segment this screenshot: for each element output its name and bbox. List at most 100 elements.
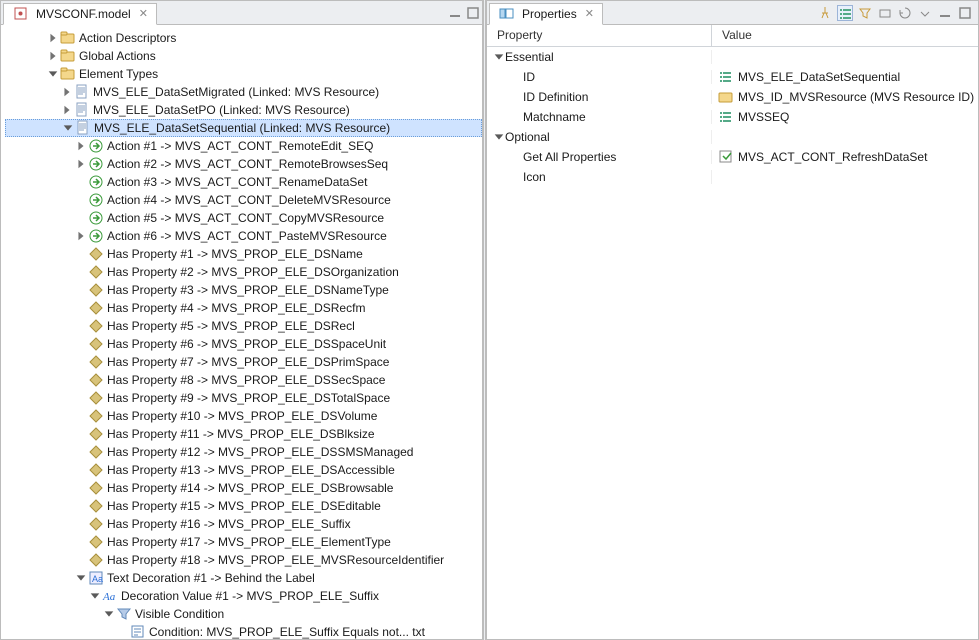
property-matchname[interactable]: Matchname MVSSEQ	[487, 107, 978, 127]
expand-icon[interactable]	[61, 104, 73, 116]
properties-tab[interactable]: Properties ✕	[489, 3, 603, 25]
expand-icon[interactable]	[493, 51, 505, 63]
tree-item-decoration-value[interactable]: Decoration Value #1 -> MVS_PROP_ELE_Suff…	[5, 587, 482, 605]
tree-item-label: Has Property #2 -> MVS_PROP_ELE_DSOrgani…	[107, 265, 405, 279]
properties-body: Essential ID MVS_ELE_DataSetSequential I…	[487, 47, 978, 639]
folder-icon	[60, 48, 76, 64]
tree-item-action[interactable]: Action #3 -> MVS_ACT_CONT_RenameDataSet	[5, 173, 482, 191]
action-icon	[718, 150, 734, 164]
property-label: Get All Properties	[523, 150, 616, 164]
doc-icon	[74, 102, 90, 118]
advanced-button[interactable]	[877, 5, 893, 21]
property-id-definition[interactable]: ID Definition MVS_ID_MVSResource (MVS Re…	[487, 87, 978, 107]
tree-item-element-types[interactable]: Element Types	[5, 65, 482, 83]
filter-button[interactable]	[857, 5, 873, 21]
tree-item-has-property[interactable]: Has Property #11 -> MVS_PROP_ELE_DSBlksi…	[5, 425, 482, 443]
tree-item-action-descriptors[interactable]: Action Descriptors	[5, 29, 482, 47]
tree-item-has-property[interactable]: Has Property #15 -> MVS_PROP_ELE_DSEdita…	[5, 497, 482, 515]
tree-item-has-property[interactable]: Has Property #18 -> MVS_PROP_ELE_MVSReso…	[5, 551, 482, 569]
tree-item-label: Has Property #10 -> MVS_PROP_ELE_DSVolum…	[107, 409, 383, 423]
tree-item-has-property[interactable]: Has Property #16 -> MVS_PROP_ELE_Suffix	[5, 515, 482, 533]
expand-icon[interactable]	[493, 131, 505, 143]
tree-item-has-property[interactable]: Has Property #14 -> MVS_PROP_ELE_DSBrows…	[5, 479, 482, 497]
collapse-icon[interactable]	[62, 122, 74, 134]
minimize-button[interactable]	[937, 5, 953, 21]
tree-item-label: Action #2 -> MVS_ACT_CONT_RemoteBrowsesS…	[107, 157, 394, 171]
collapse-icon[interactable]	[47, 68, 59, 80]
properties-header: Property Value	[487, 25, 978, 47]
tree-item-action[interactable]: Action #1 -> MVS_ACT_CONT_RemoteEdit_SEQ	[5, 137, 482, 155]
property-icon[interactable]: Icon	[487, 167, 978, 187]
tree-item-has-property[interactable]: Has Property #8 -> MVS_PROP_ELE_DSSecSpa…	[5, 371, 482, 389]
tree-item-action[interactable]: Action #6 -> MVS_ACT_CONT_PasteMVSResour…	[5, 227, 482, 245]
tree-item-has-property[interactable]: Has Property #5 -> MVS_PROP_ELE_DSRecl	[5, 317, 482, 335]
column-property[interactable]: Property	[487, 25, 712, 46]
expand-icon[interactable]	[61, 86, 73, 98]
expand-icon[interactable]	[47, 32, 59, 44]
close-icon[interactable]: ✕	[585, 7, 594, 20]
collapse-icon[interactable]	[89, 590, 101, 602]
collapse-icon[interactable]	[75, 572, 87, 584]
maximize-button[interactable]	[957, 5, 973, 21]
tree-item-has-property[interactable]: Has Property #2 -> MVS_PROP_ELE_DSOrgani…	[5, 263, 482, 281]
cond-icon	[130, 624, 146, 639]
group-essential[interactable]: Essential	[487, 47, 978, 67]
expand-icon[interactable]	[75, 230, 87, 242]
arrow-icon	[88, 156, 104, 172]
tree-item-label: Has Property #5 -> MVS_PROP_ELE_DSRecl	[107, 319, 361, 333]
categories-button[interactable]	[837, 5, 853, 21]
model-tree[interactable]: Action DescriptorsGlobal ActionsElement …	[1, 25, 482, 639]
tree-item-label: MVS_ELE_DataSetPO (Linked: MVS Resource)	[93, 103, 356, 117]
tree-item-has-property[interactable]: Has Property #12 -> MVS_PROP_ELE_DSSMSMa…	[5, 443, 482, 461]
restore-button[interactable]	[897, 5, 913, 21]
tree-item-has-property[interactable]: Has Property #13 -> MVS_PROP_ELE_DSAcces…	[5, 461, 482, 479]
minimize-button[interactable]	[447, 5, 463, 21]
tree-item-condition[interactable]: Condition: MVS_PROP_ELE_Suffix Equals no…	[5, 623, 482, 639]
pin-button[interactable]	[817, 5, 833, 21]
arrow-icon	[88, 192, 104, 208]
doc-icon	[75, 120, 91, 136]
property-label: ID	[523, 70, 535, 84]
tree-item-has-property[interactable]: Has Property #17 -> MVS_PROP_ELE_Element…	[5, 533, 482, 551]
property-get-all-properties[interactable]: Get All Properties MVS_ACT_CONT_RefreshD…	[487, 147, 978, 167]
folder-icon	[60, 66, 76, 82]
tree-item-label: Has Property #6 -> MVS_PROP_ELE_DSSpaceU…	[107, 337, 392, 351]
maximize-button[interactable]	[465, 5, 481, 21]
column-value[interactable]: Value	[712, 25, 978, 46]
tree-item-label: Has Property #13 -> MVS_PROP_ELE_DSAcces…	[107, 463, 401, 477]
close-icon[interactable]: ✕	[139, 7, 148, 20]
tree-item-label: Visible Condition	[135, 607, 230, 621]
tree-item-element-type[interactable]: MVS_ELE_DataSetPO (Linked: MVS Resource)	[5, 101, 482, 119]
tree-item-has-property[interactable]: Has Property #4 -> MVS_PROP_ELE_DSRecfm	[5, 299, 482, 317]
filter-icon	[116, 606, 132, 622]
editor-tab[interactable]: MVSCONF.model ✕	[3, 3, 157, 25]
tree-item-has-property[interactable]: Has Property #6 -> MVS_PROP_ELE_DSSpaceU…	[5, 335, 482, 353]
collapse-icon[interactable]	[103, 608, 115, 620]
group-optional[interactable]: Optional	[487, 127, 978, 147]
tree-item-text-decoration[interactable]: Text Decoration #1 -> Behind the Label	[5, 569, 482, 587]
arrow-icon	[88, 228, 104, 244]
tree-item-has-property[interactable]: Has Property #9 -> MVS_PROP_ELE_DSTotalS…	[5, 389, 482, 407]
tree-item-has-property[interactable]: Has Property #7 -> MVS_PROP_ELE_DSPrimSp…	[5, 353, 482, 371]
tree-item-element-type[interactable]: MVS_ELE_DataSetMigrated (Linked: MVS Res…	[5, 83, 482, 101]
tree-item-label: Has Property #14 -> MVS_PROP_ELE_DSBrows…	[107, 481, 399, 495]
tree-item-action[interactable]: Action #2 -> MVS_ACT_CONT_RemoteBrowsesS…	[5, 155, 482, 173]
view-menu-button[interactable]	[917, 5, 933, 21]
property-id[interactable]: ID MVS_ELE_DataSetSequential	[487, 67, 978, 87]
tree-item-has-property[interactable]: Has Property #1 -> MVS_PROP_ELE_DSName	[5, 245, 482, 263]
tree-item-has-property[interactable]: Has Property #3 -> MVS_PROP_ELE_DSNameTy…	[5, 281, 482, 299]
property-value: MVS_ID_MVSResource (MVS Resource ID)	[738, 90, 974, 104]
tree-item-element-type[interactable]: MVS_ELE_DataSetSequential (Linked: MVS R…	[5, 119, 482, 137]
tree-item-visible-condition[interactable]: Visible Condition	[5, 605, 482, 623]
expand-icon[interactable]	[47, 50, 59, 62]
tree-item-global-actions[interactable]: Global Actions	[5, 47, 482, 65]
tree-item-label: Action #6 -> MVS_ACT_CONT_PasteMVSResour…	[107, 229, 393, 243]
diamond-icon	[88, 498, 104, 514]
tree-item-has-property[interactable]: Has Property #10 -> MVS_PROP_ELE_DSVolum…	[5, 407, 482, 425]
diamond-icon	[88, 282, 104, 298]
tree-item-action[interactable]: Action #5 -> MVS_ACT_CONT_CopyMVSResourc…	[5, 209, 482, 227]
tree-item-label: Has Property #11 -> MVS_PROP_ELE_DSBlksi…	[107, 427, 381, 441]
expand-icon[interactable]	[75, 158, 87, 170]
expand-icon[interactable]	[75, 140, 87, 152]
tree-item-action[interactable]: Action #4 -> MVS_ACT_CONT_DeleteMVSResou…	[5, 191, 482, 209]
